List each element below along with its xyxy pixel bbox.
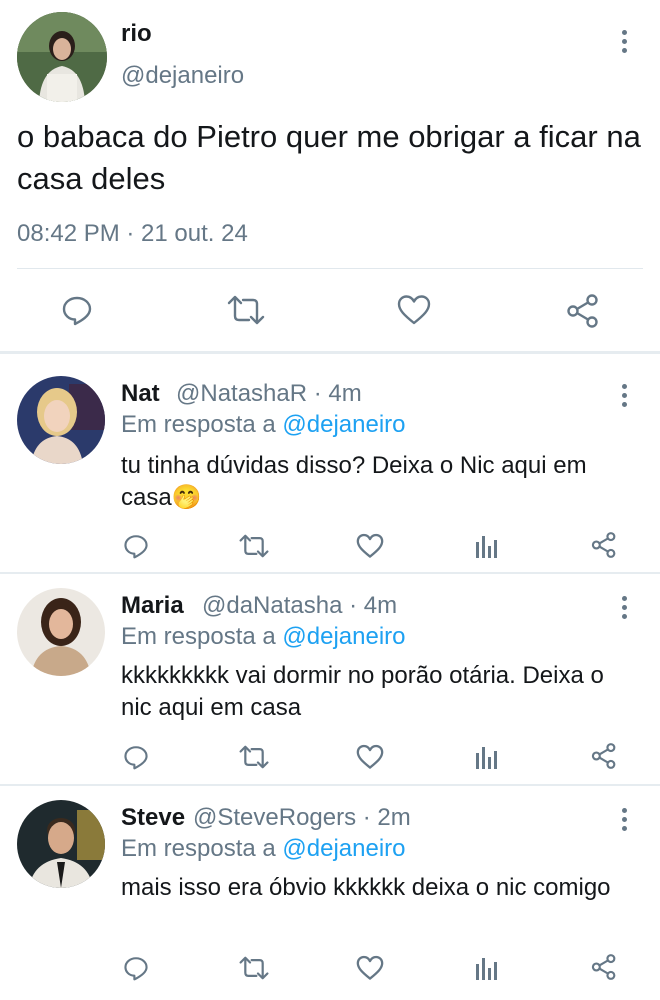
share-icon[interactable] — [591, 743, 617, 769]
divider — [17, 268, 643, 269]
author-name[interactable]: Maria — [121, 592, 184, 620]
more-options-icon[interactable] — [618, 808, 630, 836]
tweet-text: o babaca do Pietro quer me obrigar a fic… — [17, 119, 641, 196]
in-reply-label: Em resposta a — [121, 835, 276, 862]
in-reply-label: Em resposta a — [121, 411, 276, 438]
more-options-icon[interactable] — [618, 596, 630, 624]
in-reply-to: Em resposta a @dejaneiro — [121, 623, 406, 651]
tweet-text: kkkkkkkkk vai dormir no porão otária. De… — [121, 662, 604, 721]
like-icon[interactable] — [356, 744, 384, 770]
analytics-icon[interactable] — [476, 956, 498, 980]
more-options-icon[interactable] — [618, 30, 630, 58]
like-icon[interactable] — [397, 294, 431, 326]
in-reply-label: Em resposta a — [121, 623, 276, 650]
tweet-text: mais isso era óbvio kkkkkk deixa o nic c… — [121, 874, 611, 901]
reply-icon[interactable] — [123, 955, 149, 981]
author-handle[interactable]: @dejaneiro — [121, 62, 244, 90]
reply-tweet[interactable]: Maria @daNatasha · 4m Em resposta a @dej… — [0, 574, 660, 784]
in-reply-to: Em resposta a @dejaneiro — [121, 411, 406, 439]
author-name[interactable]: Steve — [121, 804, 185, 832]
share-icon[interactable] — [591, 532, 617, 558]
retweet-icon[interactable] — [227, 294, 265, 326]
reply-icon[interactable] — [123, 533, 149, 559]
mention-link[interactable]: @dejaneiro — [282, 835, 405, 862]
author-name[interactable]: rio — [121, 20, 152, 48]
like-icon[interactable] — [356, 955, 384, 981]
analytics-icon[interactable] — [476, 745, 498, 769]
more-options-icon[interactable] — [618, 384, 630, 412]
avatar[interactable] — [17, 376, 105, 464]
analytics-icon[interactable] — [476, 534, 498, 558]
reply-tweet[interactable]: Nat @NatashaR · 4m Em resposta a @dejane… — [0, 354, 660, 572]
author-handle[interactable]: @SteveRogers · 2m — [193, 804, 411, 832]
mention-link[interactable]: @dejaneiro — [282, 411, 405, 438]
tweet-text: tu tinha dúvidas disso? Deixa o Nic aqui… — [121, 452, 587, 511]
reply-icon[interactable] — [123, 744, 149, 770]
main-tweet: rio @dejaneiro o babaca do Pietro quer m… — [0, 0, 660, 352]
avatar[interactable] — [17, 800, 105, 888]
retweet-icon[interactable] — [239, 744, 269, 770]
author-name[interactable]: Nat — [121, 380, 160, 408]
in-reply-to: Em resposta a @dejaneiro — [121, 835, 406, 863]
retweet-icon[interactable] — [239, 533, 269, 559]
share-icon[interactable] — [591, 954, 617, 980]
author-handle[interactable]: @NatashaR · 4m — [176, 380, 362, 408]
reply-icon[interactable] — [61, 294, 93, 326]
mention-link[interactable]: @dejaneiro — [282, 623, 405, 650]
share-icon[interactable] — [566, 294, 600, 328]
author-handle[interactable]: @daNatasha · 4m — [202, 592, 397, 620]
tweet-timestamp: 08:42 PM · 21 out. 24 — [17, 220, 248, 247]
retweet-icon[interactable] — [239, 955, 269, 981]
avatar[interactable] — [17, 588, 105, 676]
avatar[interactable] — [17, 12, 107, 102]
reply-tweet[interactable]: Steve @SteveRogers · 2m Em resposta a @d… — [0, 786, 660, 1000]
like-icon[interactable] — [356, 533, 384, 559]
